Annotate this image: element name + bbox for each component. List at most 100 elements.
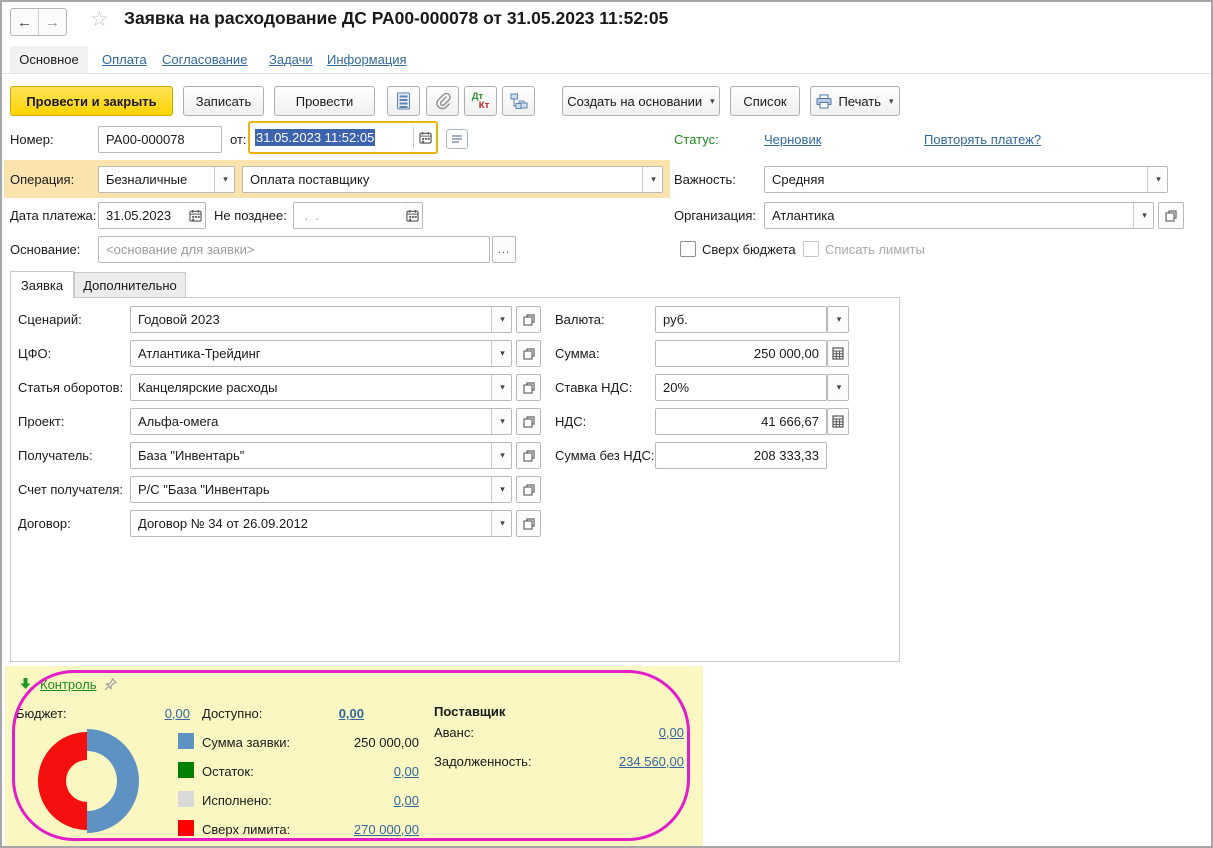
importance-label: Важность: xyxy=(674,172,736,187)
turnover-item-open-button[interactable] xyxy=(516,374,541,401)
currency-select[interactable]: руб. xyxy=(655,306,827,333)
calendar-button[interactable] xyxy=(414,131,436,144)
number-field[interactable]: РА00-000078 xyxy=(98,126,222,153)
calendar-button[interactable] xyxy=(403,203,422,228)
not-later-label: Не позднее: xyxy=(214,208,287,223)
recipient-select[interactable]: База "Инвентарь" ▾ xyxy=(130,442,512,469)
favorite-star-icon[interactable]: ☆ xyxy=(90,7,109,32)
legend-executed-value-link[interactable]: 0,00 xyxy=(302,793,419,808)
create-based-on-button[interactable]: Создать на основании ▾ xyxy=(562,86,720,116)
organization-open-button[interactable] xyxy=(1158,202,1184,229)
scenario-select[interactable]: Годовой 2023 ▾ xyxy=(130,306,512,333)
comment-icon xyxy=(451,134,463,144)
project-label: Проект: xyxy=(18,414,64,429)
chevron-down-icon: ▾ xyxy=(710,96,715,107)
debt-value-link[interactable]: 234 560,00 xyxy=(587,754,684,769)
budget-value-link[interactable]: 0,00 xyxy=(142,706,190,721)
chevron-down-icon[interactable]: ▾ xyxy=(214,167,234,192)
not-later-field[interactable]: . . xyxy=(293,202,423,229)
recipient-account-select[interactable]: Р/С "База "Инвентарь ▾ xyxy=(130,476,512,503)
over-budget-checkbox[interactable] xyxy=(680,241,696,257)
currency-dropdown-button[interactable]: ▾ xyxy=(827,306,849,333)
project-open-button[interactable] xyxy=(516,408,541,435)
print-button[interactable]: Печать ▾ xyxy=(810,86,900,116)
amount-calculator-button[interactable] xyxy=(827,340,849,367)
vat-calculator-button[interactable] xyxy=(827,408,849,435)
vat-amount-field[interactable]: 41 666,67 xyxy=(655,408,827,435)
chevron-down-icon: ▾ xyxy=(889,96,894,107)
tab-request[interactable]: Заявка xyxy=(10,271,74,298)
tab-information[interactable]: Информация xyxy=(327,52,407,67)
chevron-down-icon[interactable]: ▾ xyxy=(491,307,511,332)
basis-field[interactable]: <основание для заявки> xyxy=(98,236,490,263)
control-section-link[interactable]: Контроль xyxy=(40,677,96,692)
cfo-open-button[interactable] xyxy=(516,340,541,367)
tab-payment[interactable]: Оплата xyxy=(102,52,147,67)
vat-rate-dropdown-button[interactable]: ▾ xyxy=(827,374,849,401)
chevron-down-icon[interactable]: ▾ xyxy=(491,443,511,468)
legend-over-limit-value-link[interactable]: 270 000,00 xyxy=(302,822,419,837)
pin-icon[interactable] xyxy=(103,677,118,695)
register-records-button[interactable] xyxy=(387,86,420,116)
write-button[interactable]: Записать xyxy=(183,86,264,116)
chevron-down-icon[interactable]: ▾ xyxy=(491,375,511,400)
donut-segment-request-amount xyxy=(87,729,139,833)
back-button[interactable]: ← xyxy=(11,9,39,35)
available-value-link[interactable]: 0,00 xyxy=(318,706,364,721)
tab-tasks[interactable]: Задачи xyxy=(269,52,313,67)
list-button[interactable]: Список xyxy=(730,86,800,116)
payment-date-field[interactable]: 31.05.2023 xyxy=(98,202,206,229)
tab-main[interactable]: Основное xyxy=(10,46,88,73)
calendar-icon xyxy=(189,209,202,222)
basis-choose-button[interactable]: ... xyxy=(492,236,516,263)
vat-rate-select[interactable]: 20% xyxy=(655,374,827,401)
vat-rate-label: Ставка НДС: xyxy=(555,380,632,395)
chevron-down-icon[interactable]: ▾ xyxy=(1133,203,1153,228)
cfo-select[interactable]: Атлантика-Трейдинг ▾ xyxy=(130,340,512,367)
calculator-icon xyxy=(832,415,844,428)
donut-segment-over-limit xyxy=(38,732,87,830)
scenario-open-button[interactable] xyxy=(516,306,541,333)
contract-open-button[interactable] xyxy=(516,510,541,537)
operation-kind-select[interactable]: Оплата поставщику ▾ xyxy=(242,166,663,193)
organization-select[interactable]: Атлантика ▾ xyxy=(764,202,1154,229)
repeat-payment-link[interactable]: Повторять платеж? xyxy=(924,132,1041,147)
advance-value-link[interactable]: 0,00 xyxy=(602,725,684,740)
project-select[interactable]: Альфа-омега ▾ xyxy=(130,408,512,435)
calendar-button[interactable] xyxy=(186,203,205,228)
chevron-down-icon[interactable]: ▾ xyxy=(1147,167,1167,192)
turnover-item-select[interactable]: Канцелярские расходы ▾ xyxy=(130,374,512,401)
cfo-label: ЦФО: xyxy=(18,346,51,361)
tab-additional[interactable]: Дополнительно xyxy=(74,272,186,298)
collapse-arrow-icon[interactable] xyxy=(19,677,32,693)
attachments-button[interactable] xyxy=(426,86,459,116)
chevron-down-icon[interactable]: ▾ xyxy=(491,477,511,502)
post-button[interactable]: Провести xyxy=(274,86,375,116)
chevron-down-icon[interactable]: ▾ xyxy=(491,341,511,366)
importance-select[interactable]: Средняя ▾ xyxy=(764,166,1168,193)
chevron-down-icon[interactable]: ▾ xyxy=(642,167,662,192)
tab-approval[interactable]: Согласование xyxy=(162,52,247,67)
write-off-limits-label: Списать лимиты xyxy=(825,242,925,257)
legend-request-amount-label: Сумма заявки: xyxy=(202,735,290,750)
chevron-down-icon[interactable]: ▾ xyxy=(491,511,511,536)
operation-type-select[interactable]: Безналичные ▾ xyxy=(98,166,235,193)
printer-icon xyxy=(816,94,832,109)
chevron-down-icon[interactable]: ▾ xyxy=(491,409,511,434)
amount-field[interactable]: 250 000,00 xyxy=(655,340,827,367)
date-field-focused[interactable]: 31.05.2023 11:52:05 xyxy=(248,121,438,154)
comment-button[interactable] xyxy=(446,129,468,149)
contract-select[interactable]: Договор № 34 от 26.09.2012 ▾ xyxy=(130,510,512,537)
open-icon xyxy=(523,348,535,360)
post-and-close-button[interactable]: Провести и закрыть xyxy=(10,86,173,116)
scenario-label: Сценарий: xyxy=(18,312,82,327)
legend-remainder-value-link[interactable]: 0,00 xyxy=(302,764,419,779)
recipient-account-open-button[interactable] xyxy=(516,476,541,503)
forward-button[interactable]: → xyxy=(39,9,66,35)
document-structure-button[interactable] xyxy=(502,86,535,116)
accounting-entries-button[interactable]: Дт Кт xyxy=(464,86,497,116)
legend-remainder-label: Остаток: xyxy=(202,764,254,779)
status-value-link[interactable]: Черновик xyxy=(764,132,821,147)
open-icon xyxy=(523,484,535,496)
recipient-open-button[interactable] xyxy=(516,442,541,469)
